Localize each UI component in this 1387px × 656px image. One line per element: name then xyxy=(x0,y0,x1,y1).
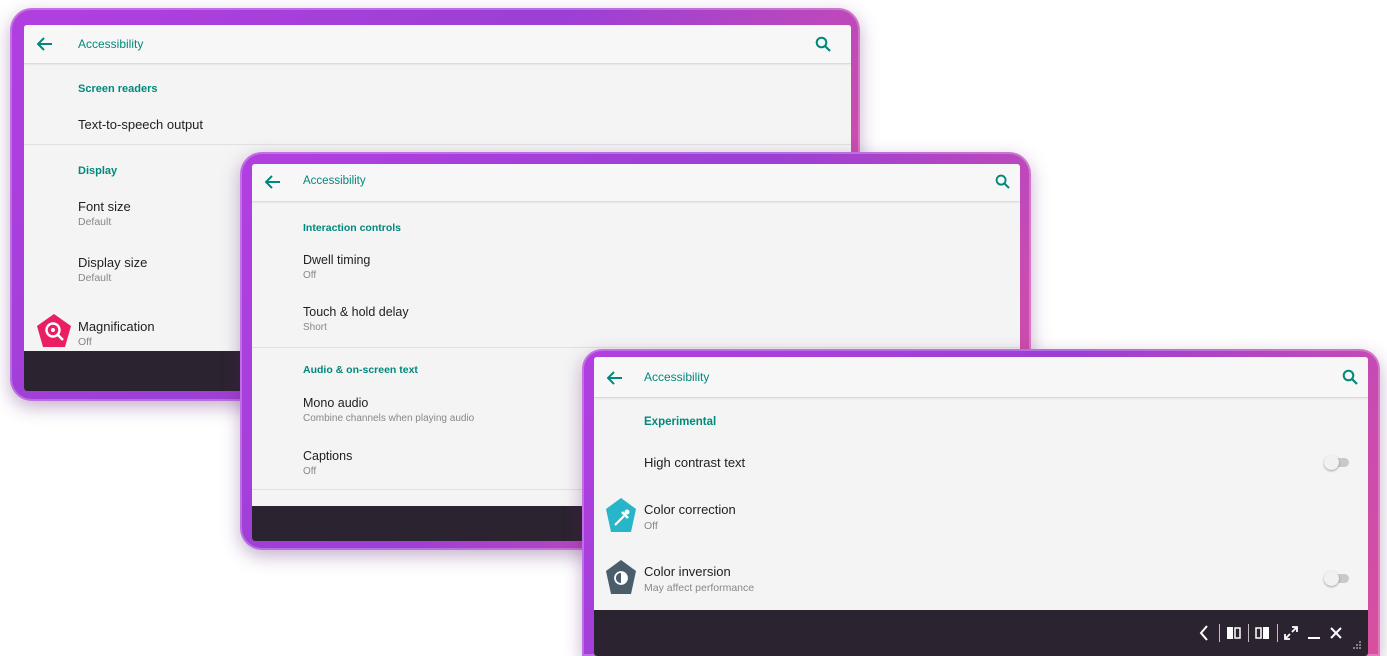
setting-title: Text-to-speech output xyxy=(78,117,204,132)
setting-subtitle: Off xyxy=(303,466,317,477)
back-arrow-icon[interactable] xyxy=(607,371,623,385)
taskbar-back-button[interactable] xyxy=(1194,613,1214,653)
maximize-button[interactable] xyxy=(1280,613,1302,653)
eyedropper-icon xyxy=(606,498,636,532)
toggle-knob xyxy=(1324,571,1339,586)
setting-subtitle: Off xyxy=(78,336,92,348)
setting-subtitle: Combine channels when playing audio xyxy=(303,413,475,424)
back-arrow-icon[interactable] xyxy=(265,175,281,189)
setting-subtitle: Default xyxy=(78,272,112,284)
setting-title: High contrast text xyxy=(644,455,746,470)
setting-title: Captions xyxy=(303,449,353,463)
section-header-experimental: Experimental xyxy=(644,416,717,428)
setting-color-correction[interactable]: Color correction Off xyxy=(594,493,1368,541)
close-icon xyxy=(1330,627,1342,639)
page-title: Accessibility xyxy=(78,37,144,51)
divider xyxy=(252,347,1020,348)
snap-right-button[interactable] xyxy=(1251,613,1273,653)
separator xyxy=(1277,624,1278,642)
setting-title: Dwell timing xyxy=(303,253,371,267)
minimize-icon xyxy=(1308,637,1320,639)
setting-high-contrast-text[interactable]: High contrast text xyxy=(594,443,1368,479)
search-icon[interactable] xyxy=(815,36,831,52)
snap-left-button[interactable] xyxy=(1223,613,1245,653)
taskbar xyxy=(594,610,1368,656)
setting-title: Display size xyxy=(78,255,148,270)
resize-grip-icon[interactable] xyxy=(1352,640,1362,650)
section-header-audio: Audio & on-screen text xyxy=(303,364,418,376)
high-contrast-toggle[interactable] xyxy=(1324,455,1350,470)
setting-text-to-speech[interactable]: Text-to-speech output xyxy=(24,105,851,143)
color-inversion-toggle[interactable] xyxy=(1324,571,1350,586)
setting-touch-hold-delay[interactable]: Touch & hold delay Short xyxy=(252,302,1020,350)
contrast-icon xyxy=(606,560,636,594)
section-header-display: Display xyxy=(78,165,118,177)
page-title: Accessibility xyxy=(303,175,366,187)
setting-color-inversion[interactable]: Color inversion May affect performance xyxy=(594,555,1368,603)
page-title: Accessibility xyxy=(644,370,710,384)
setting-subtitle: Default xyxy=(78,216,112,228)
setting-subtitle: May affect performance xyxy=(644,582,755,594)
app-bar: Accessibility xyxy=(252,164,1020,202)
snap-left-icon xyxy=(1227,627,1241,639)
magnify-icon xyxy=(37,314,71,347)
back-arrow-icon[interactable] xyxy=(37,37,53,51)
setting-subtitle: Off xyxy=(303,270,317,281)
setting-title: Color correction xyxy=(644,502,736,517)
setting-subtitle: Short xyxy=(303,322,327,333)
section-header-screen-readers: Screen readers xyxy=(78,83,158,95)
setting-title: Touch & hold delay xyxy=(303,305,409,319)
maximize-icon xyxy=(1284,626,1298,640)
setting-subtitle: Off xyxy=(644,520,658,532)
setting-title: Font size xyxy=(78,199,131,214)
toggle-knob xyxy=(1324,455,1339,470)
setting-title: Magnification xyxy=(78,319,155,334)
separator xyxy=(1248,624,1249,642)
search-icon[interactable] xyxy=(995,174,1010,189)
minimize-button[interactable] xyxy=(1304,613,1324,653)
app-bar: Accessibility xyxy=(24,25,851,64)
separator xyxy=(1219,624,1220,642)
setting-title: Color inversion xyxy=(644,564,731,579)
divider xyxy=(24,144,851,145)
chevron-left-icon xyxy=(1199,625,1208,641)
setting-dwell-timing[interactable]: Dwell timing Off xyxy=(252,250,1020,298)
app-bar: Accessibility xyxy=(594,357,1368,398)
search-icon[interactable] xyxy=(1342,369,1358,385)
section-header-interaction-controls: Interaction controls xyxy=(303,222,402,234)
close-button[interactable] xyxy=(1326,613,1346,653)
window-3-screen: Accessibility Experimental High contrast… xyxy=(594,357,1368,656)
setting-title: Mono audio xyxy=(303,396,369,410)
window-3-frame: Accessibility Experimental High contrast… xyxy=(582,349,1380,656)
snap-right-icon xyxy=(1255,627,1269,639)
